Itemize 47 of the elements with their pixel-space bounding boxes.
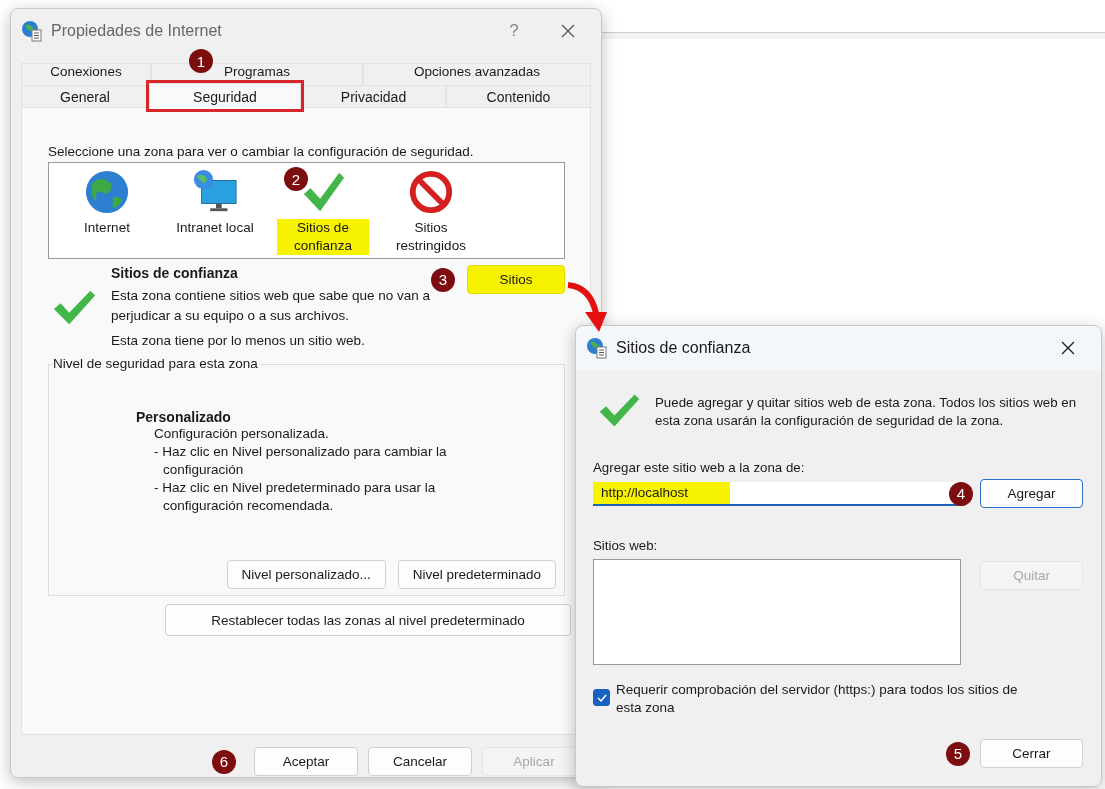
window-title: Propiedades de Internet <box>51 22 223 40</box>
tab[interactable]: Opciones avanzadas <box>363 63 591 85</box>
close-dialog-button[interactable]: Cerrar <box>980 739 1083 768</box>
tab[interactable]: Seguridad <box>149 83 301 109</box>
level-button[interactable]: Nivel personalizado... <box>226 560 386 589</box>
sites-button[interactable]: Sitios <box>467 265 565 294</box>
step-number-badge: 5 <box>946 741 970 766</box>
dialog-button[interactable]: Aceptar <box>254 747 358 776</box>
checkbox-label: Requerir comprobación del servidor (https:) para todos los sitios de esta zona <box>616 681 1019 717</box>
zone-description: Esta zona contiene sitios web que sabe que no van a perjudicar a su equipo o a sus archivos. <box>111 287 431 325</box>
zone-label[interactable]: Sitios restringidos <box>385 219 477 255</box>
level-detail: Configuración personalizada. <box>154 425 330 443</box>
checkbox[interactable] <box>593 689 610 706</box>
field-label: Agregar este sitio web a la zona de: <box>593 460 806 475</box>
group-legend: Nivel de seguridad para esta zona <box>53 356 260 371</box>
level-name: Personalizado <box>136 409 232 425</box>
level-button[interactable]: Nivel predeterminado <box>397 560 556 589</box>
window-title: Sitios de confianza <box>616 339 752 357</box>
globe-document-icon <box>586 337 608 359</box>
zone-note: Esta zona tiene por lo menos un sitio web. <box>111 333 366 348</box>
reset-zones-button[interactable]: Restablecer todas las zonas al nivel predeterminado <box>165 604 571 636</box>
zone-label[interactable]: Internet <box>82 219 132 237</box>
zone-label[interactable]: Intranet local <box>174 219 256 237</box>
tab[interactable]: Privacidad <box>301 85 446 107</box>
close-icon <box>1061 341 1075 355</box>
level-detail: - Haz clic en Nivel predeterminado para usar la configuración recomendada. <box>154 479 437 515</box>
tab[interactable]: General <box>21 85 149 107</box>
step-number-badge: 2 <box>284 167 308 191</box>
prohibited-icon <box>408 169 454 215</box>
globe-icon <box>84 169 130 215</box>
instruction-text: Seleccione una zona para ver o cambiar la configuración de seguridad. <box>48 144 475 159</box>
websites-list[interactable] <box>593 559 962 665</box>
list-label: Sitios web: <box>593 538 659 553</box>
dialog-button[interactable]: Cancelar <box>368 747 472 776</box>
tab[interactable]: Contenido <box>446 85 591 107</box>
step-number-badge: 1 <box>189 49 213 73</box>
step-number-badge: 6 <box>212 749 236 774</box>
zone-title: Sitios de confianza <box>111 265 239 281</box>
add-button[interactable]: Agregar <box>980 479 1083 508</box>
step-number-badge: 3 <box>431 267 455 292</box>
level-detail: - Haz clic en Nivel personalizado para cambiar la configuración <box>154 443 448 479</box>
globe-document-icon <box>21 20 43 42</box>
dialog-message: Puede agregar y quitar sitios web de esta zona. Todos los sitios web en esta zona usarán la configuración de seguridad de la zona. <box>655 394 1078 430</box>
tab[interactable]: Conexiones <box>21 63 151 85</box>
close-icon <box>561 24 575 38</box>
zone-label[interactable]: Sitios de confianza <box>277 219 369 255</box>
step-number-badge: 4 <box>949 481 973 506</box>
